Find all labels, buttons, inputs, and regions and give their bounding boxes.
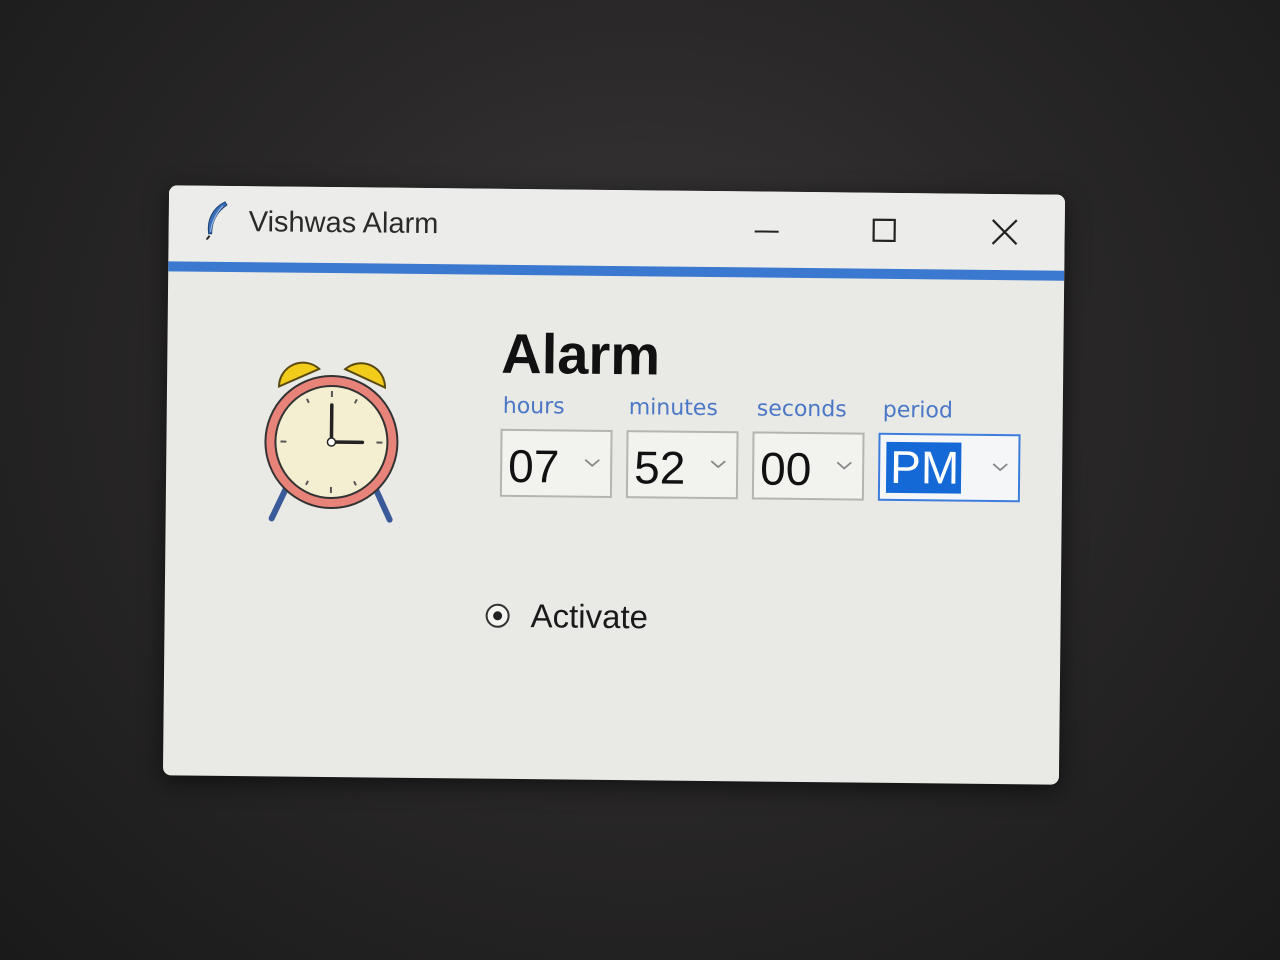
window-title: Vishwas Alarm <box>248 206 439 241</box>
feather-icon <box>205 201 228 240</box>
period-value: PM <box>885 441 962 494</box>
activate-radio[interactable] <box>482 601 512 631</box>
maximize-icon <box>872 218 896 243</box>
hours-value: 07 <box>507 439 560 493</box>
chevron-down-icon[interactable] <box>582 456 602 470</box>
minutes-select[interactable]: 52 <box>625 430 739 500</box>
hours-select[interactable]: 07 <box>499 428 613 498</box>
activate-label[interactable]: Activate <box>530 597 648 636</box>
title-bar[interactable]: Vishwas Alarm <box>168 185 1066 271</box>
close-icon <box>991 219 1018 245</box>
page-title: Alarm <box>501 321 661 387</box>
maximize-button[interactable] <box>862 211 906 251</box>
period-select[interactable]: PM <box>877 432 1021 503</box>
seconds-label: seconds <box>756 396 847 423</box>
hours-label: hours <box>502 393 565 420</box>
minutes-value: 52 <box>633 441 686 494</box>
chevron-down-icon[interactable] <box>834 458 854 472</box>
close-button[interactable] <box>982 212 1026 252</box>
period-label: period <box>882 397 954 424</box>
alarm-window: Vishwas Alarm Alarm hours minutes second… <box>162 185 1066 785</box>
minimize-icon <box>754 230 779 233</box>
minimize-button[interactable] <box>744 209 788 249</box>
chevron-down-icon[interactable] <box>990 460 1010 474</box>
chevron-down-icon[interactable] <box>708 457 728 471</box>
seconds-select[interactable]: 00 <box>751 431 865 501</box>
seconds-value: 00 <box>759 442 812 496</box>
alarm-clock-icon <box>264 361 399 523</box>
minutes-label: minutes <box>628 395 718 422</box>
